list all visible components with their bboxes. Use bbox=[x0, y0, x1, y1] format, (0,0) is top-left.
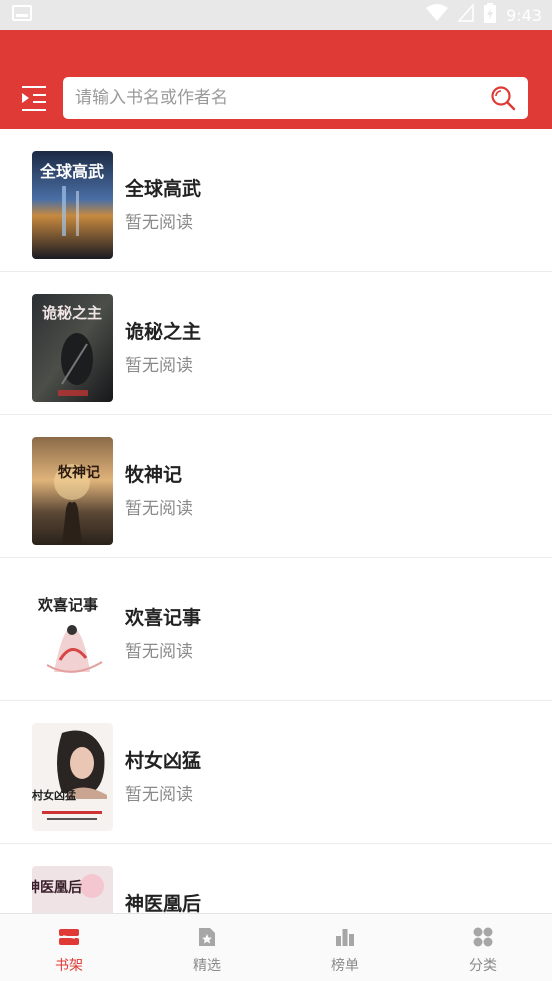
ranking-icon bbox=[336, 929, 354, 946]
cover-text: 全球高武 bbox=[39, 162, 104, 181]
search-input[interactable] bbox=[75, 88, 490, 108]
book-title: 诡秘之主 bbox=[125, 321, 202, 343]
menu-list-icon bbox=[22, 86, 46, 111]
list-item[interactable]: 牧神记 牧神记 暂无阅读 bbox=[0, 415, 552, 558]
tab-featured[interactable]: 精选 bbox=[138, 914, 276, 981]
book-cover: 牧神记 bbox=[32, 437, 113, 545]
search-icon[interactable] bbox=[490, 85, 516, 111]
app-header bbox=[0, 30, 552, 129]
reading-progress: 暂无阅读 bbox=[125, 642, 193, 662]
book-title: 牧神记 bbox=[125, 464, 183, 486]
tab-label: 书架 bbox=[55, 958, 83, 974]
list-item[interactable]: 神医凰后 神医凰后 bbox=[0, 844, 552, 913]
list-item[interactable]: 村女凶猛 村女凶猛 暂无阅读 bbox=[0, 701, 552, 844]
featured-icon bbox=[199, 928, 215, 946]
reading-progress: 暂无阅读 bbox=[125, 356, 193, 376]
tab-category[interactable]: 分类 bbox=[414, 914, 552, 981]
book-title: 村女凶猛 bbox=[125, 750, 202, 772]
book-cover: 全球高武 bbox=[32, 151, 113, 259]
cover-text: 牧神记 bbox=[58, 464, 100, 481]
battery-icon bbox=[484, 3, 497, 27]
bookshelf-list: 全球高武 全球高武 暂无阅读 诡秘之主 诡秘之主 暂无阅读 牧神记 牧神记 暂无… bbox=[0, 129, 552, 913]
book-title: 欢喜记事 bbox=[125, 607, 202, 629]
bookshelf-icon bbox=[59, 929, 79, 945]
tab-label: 榜单 bbox=[331, 958, 359, 974]
book-cover: 诡秘之主 bbox=[32, 294, 113, 402]
signal-icon bbox=[457, 3, 474, 26]
reading-progress: 暂无阅读 bbox=[125, 213, 193, 233]
category-icon bbox=[473, 927, 493, 947]
book-cover: 神医凰后 bbox=[32, 866, 113, 913]
cover-text: 诡秘之主 bbox=[42, 304, 102, 322]
search-box[interactable] bbox=[63, 77, 528, 119]
list-item[interactable]: 全球高武 全球高武 暂无阅读 bbox=[0, 129, 552, 272]
reading-progress: 暂无阅读 bbox=[125, 499, 193, 519]
cover-text: 神医凰后 bbox=[32, 879, 82, 896]
list-item[interactable]: 欢喜记事 欢喜记事 暂无阅读 bbox=[0, 558, 552, 701]
book-cover: 村女凶猛 bbox=[32, 723, 113, 831]
cover-text: 村女凶猛 bbox=[32, 788, 76, 802]
tab-label: 精选 bbox=[193, 958, 221, 974]
tab-ranking[interactable]: 榜单 bbox=[276, 914, 414, 981]
bottom-tab-bar: 书架 精选 榜单 分类 bbox=[0, 913, 552, 981]
status-time: 9:43 bbox=[506, 5, 542, 25]
screenshot-notification-icon bbox=[12, 5, 32, 25]
book-title: 全球高武 bbox=[125, 178, 202, 200]
book-cover: 欢喜记事 bbox=[32, 580, 113, 688]
status-bar: 9:43 bbox=[0, 0, 552, 30]
tab-bookshelf[interactable]: 书架 bbox=[0, 914, 138, 981]
wifi-icon bbox=[426, 4, 449, 26]
tab-label: 分类 bbox=[469, 958, 497, 974]
reading-progress: 暂无阅读 bbox=[125, 785, 193, 805]
list-item[interactable]: 诡秘之主 诡秘之主 暂无阅读 bbox=[0, 272, 552, 415]
menu-button[interactable] bbox=[20, 85, 50, 113]
book-title: 神医凰后 bbox=[125, 893, 202, 913]
cover-text: 欢喜记事 bbox=[37, 596, 98, 614]
